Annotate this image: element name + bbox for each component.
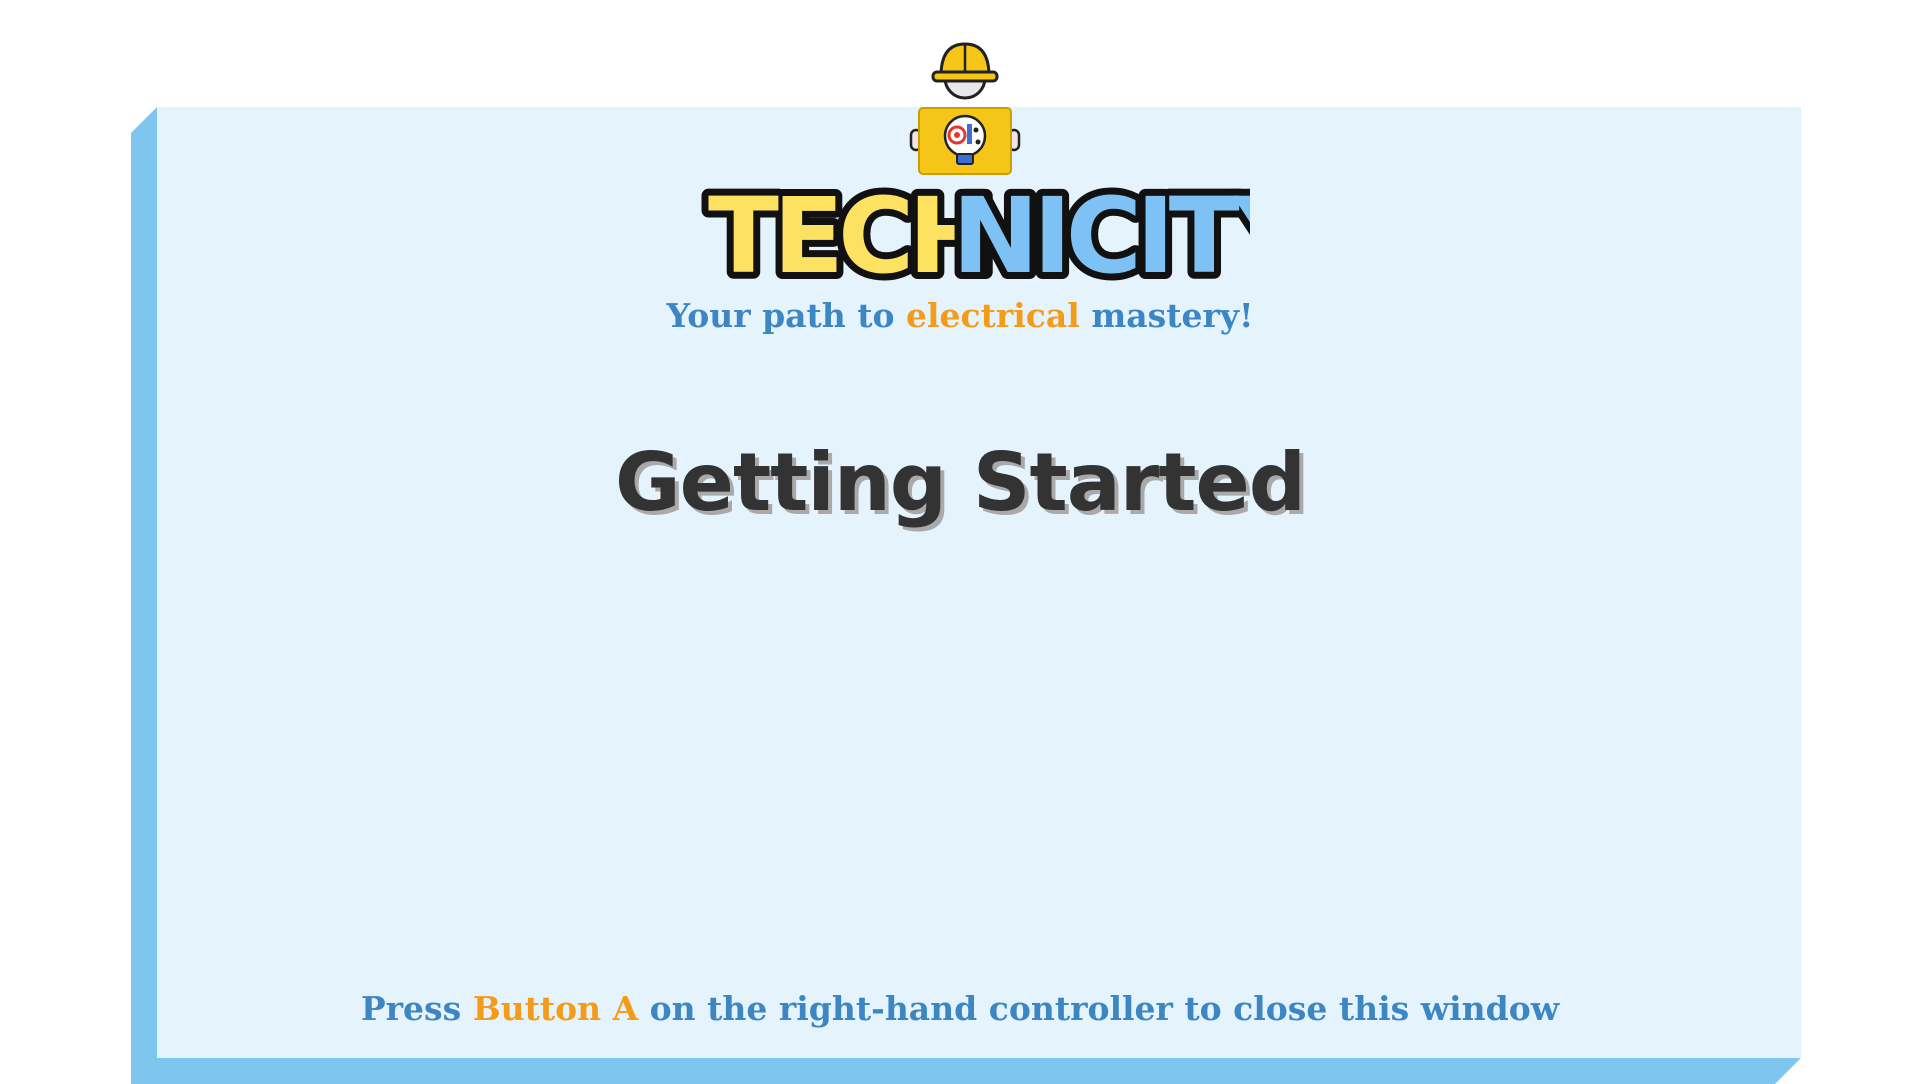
instruction-button-label: Button A: [472, 989, 639, 1028]
instruction-text-start: Press: [360, 989, 462, 1028]
engineer-hardhat-lightbulb-icon: [909, 42, 1021, 175]
logo-word-tech: TECH: [708, 175, 989, 290]
close-instruction: Press Button A on the right-hand control…: [0, 989, 1920, 1028]
panel-bevel-top-left: [131, 107, 157, 133]
tagline: Your path to electrical mastery!: [0, 296, 1920, 335]
tagline-text-start: Your path to: [666, 296, 895, 335]
page-title: Getting Started: [615, 436, 1306, 529]
panel-edge-bottom: [131, 1058, 1801, 1084]
instruction-text-end: on the right-hand controller to close th…: [649, 989, 1560, 1028]
panel-bevel-bottom-right: [1775, 1058, 1801, 1084]
tagline-text-end: mastery!: [1091, 296, 1254, 335]
panel-edge-left: [131, 107, 157, 1062]
tagline-highlight: electrical: [906, 296, 1080, 335]
logo-word-nicity: NICITY: [952, 175, 1250, 290]
technicity-logo: TECH NICITY: [701, 172, 1250, 290]
